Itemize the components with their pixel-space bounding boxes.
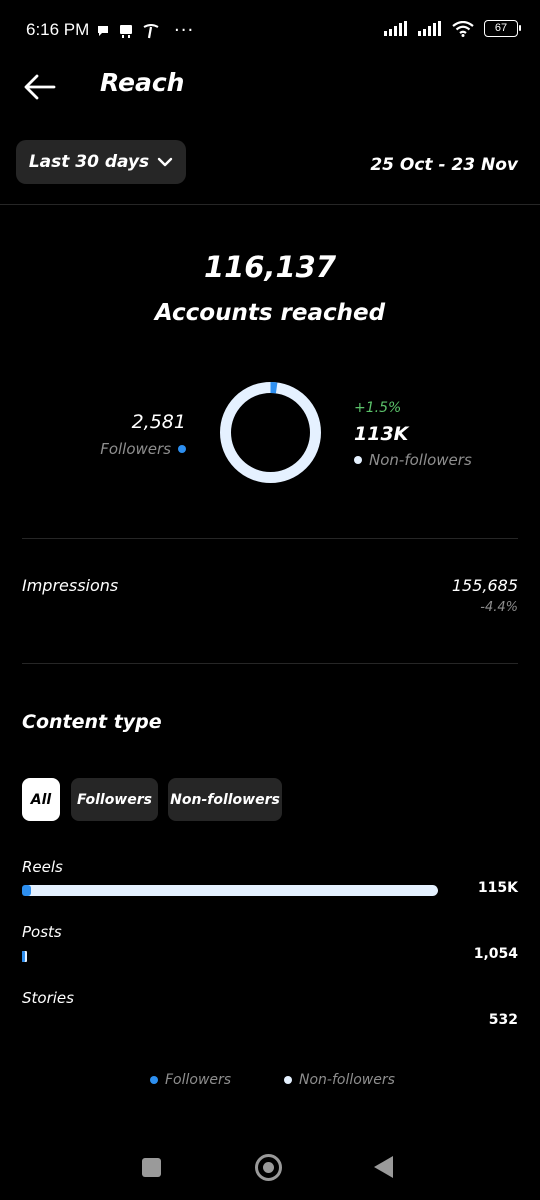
stories-label: Stories — [22, 989, 74, 1007]
status-system-icons: 67 — [384, 20, 521, 37]
signal-icon — [384, 21, 407, 36]
status-time: 6:16 PM — [26, 20, 90, 39]
followers-value: 2,581 — [131, 411, 186, 433]
stories-bar — [22, 1017, 438, 1028]
recent-apps-button[interactable] — [142, 1158, 161, 1177]
legend-non-followers: Non-followers — [284, 1072, 395, 1088]
legend-followers-dot-icon — [150, 1076, 158, 1084]
date-range-dropdown-label: Last 30 days — [28, 152, 150, 172]
tab-all[interactable]: All — [22, 778, 60, 821]
non-followers-label: Non-followers — [369, 451, 472, 469]
non-followers-value: 113K — [354, 423, 409, 445]
header-divider — [0, 204, 540, 205]
legend-non-followers-dot-icon — [284, 1076, 292, 1084]
tab-followers[interactable]: Followers — [71, 778, 158, 821]
more-dots-icon: ··· — [174, 20, 195, 41]
date-range-text: 25 Oct - 23 Nov — [370, 155, 518, 175]
content-type-title: Content type — [22, 711, 162, 733]
non-followers-change: +1.5% — [354, 400, 402, 416]
accounts-reached-value: 116,137 — [203, 250, 337, 284]
reels-bar — [22, 885, 438, 896]
posts-bar-followers — [22, 951, 25, 962]
reels-bar-non-followers — [22, 885, 438, 896]
status-notification-icons: ··· — [96, 20, 194, 41]
back-arrow-icon[interactable] — [22, 70, 56, 104]
donut-non-followers-ring — [220, 382, 321, 483]
reels-label: Reels — [22, 858, 63, 876]
page-title: Reach — [100, 68, 185, 97]
summary-divider — [22, 538, 518, 539]
non-followers-dot-icon — [354, 456, 362, 464]
followers-dot-icon — [178, 445, 186, 453]
message-icon — [98, 25, 108, 36]
followers-legend: Followers — [100, 440, 186, 458]
date-range-dropdown[interactable]: Last 30 days — [16, 140, 186, 184]
carrier-icon — [143, 23, 159, 38]
home-button[interactable] — [255, 1154, 282, 1181]
signal-icon — [418, 21, 441, 36]
chevron-down-icon — [157, 157, 173, 167]
notification-icon — [120, 24, 132, 38]
wifi-icon — [452, 20, 474, 37]
impressions-divider — [22, 663, 518, 664]
reels-value: 115K — [477, 880, 518, 896]
reels-bar-followers — [22, 885, 32, 896]
legend-non-followers-label: Non-followers — [299, 1072, 395, 1088]
impressions-value: 155,685 — [451, 576, 518, 595]
posts-bar — [22, 951, 438, 962]
accounts-reached-label: Accounts reached — [154, 300, 386, 326]
posts-value: 1,054 — [473, 946, 518, 962]
system-back-button[interactable] — [374, 1156, 393, 1178]
tab-non-followers[interactable]: Non-followers — [168, 778, 282, 821]
battery-icon: 67 — [484, 20, 521, 37]
impressions-change: -4.4% — [480, 600, 518, 615]
impressions-label: Impressions — [22, 576, 119, 595]
followers-label: Followers — [100, 440, 171, 458]
stories-value: 532 — [488, 1012, 518, 1028]
reach-donut-chart — [220, 382, 321, 483]
legend-followers-label: Followers — [165, 1072, 232, 1088]
posts-label: Posts — [22, 923, 62, 941]
legend-followers: Followers — [150, 1072, 231, 1088]
non-followers-legend: Non-followers — [354, 451, 472, 469]
